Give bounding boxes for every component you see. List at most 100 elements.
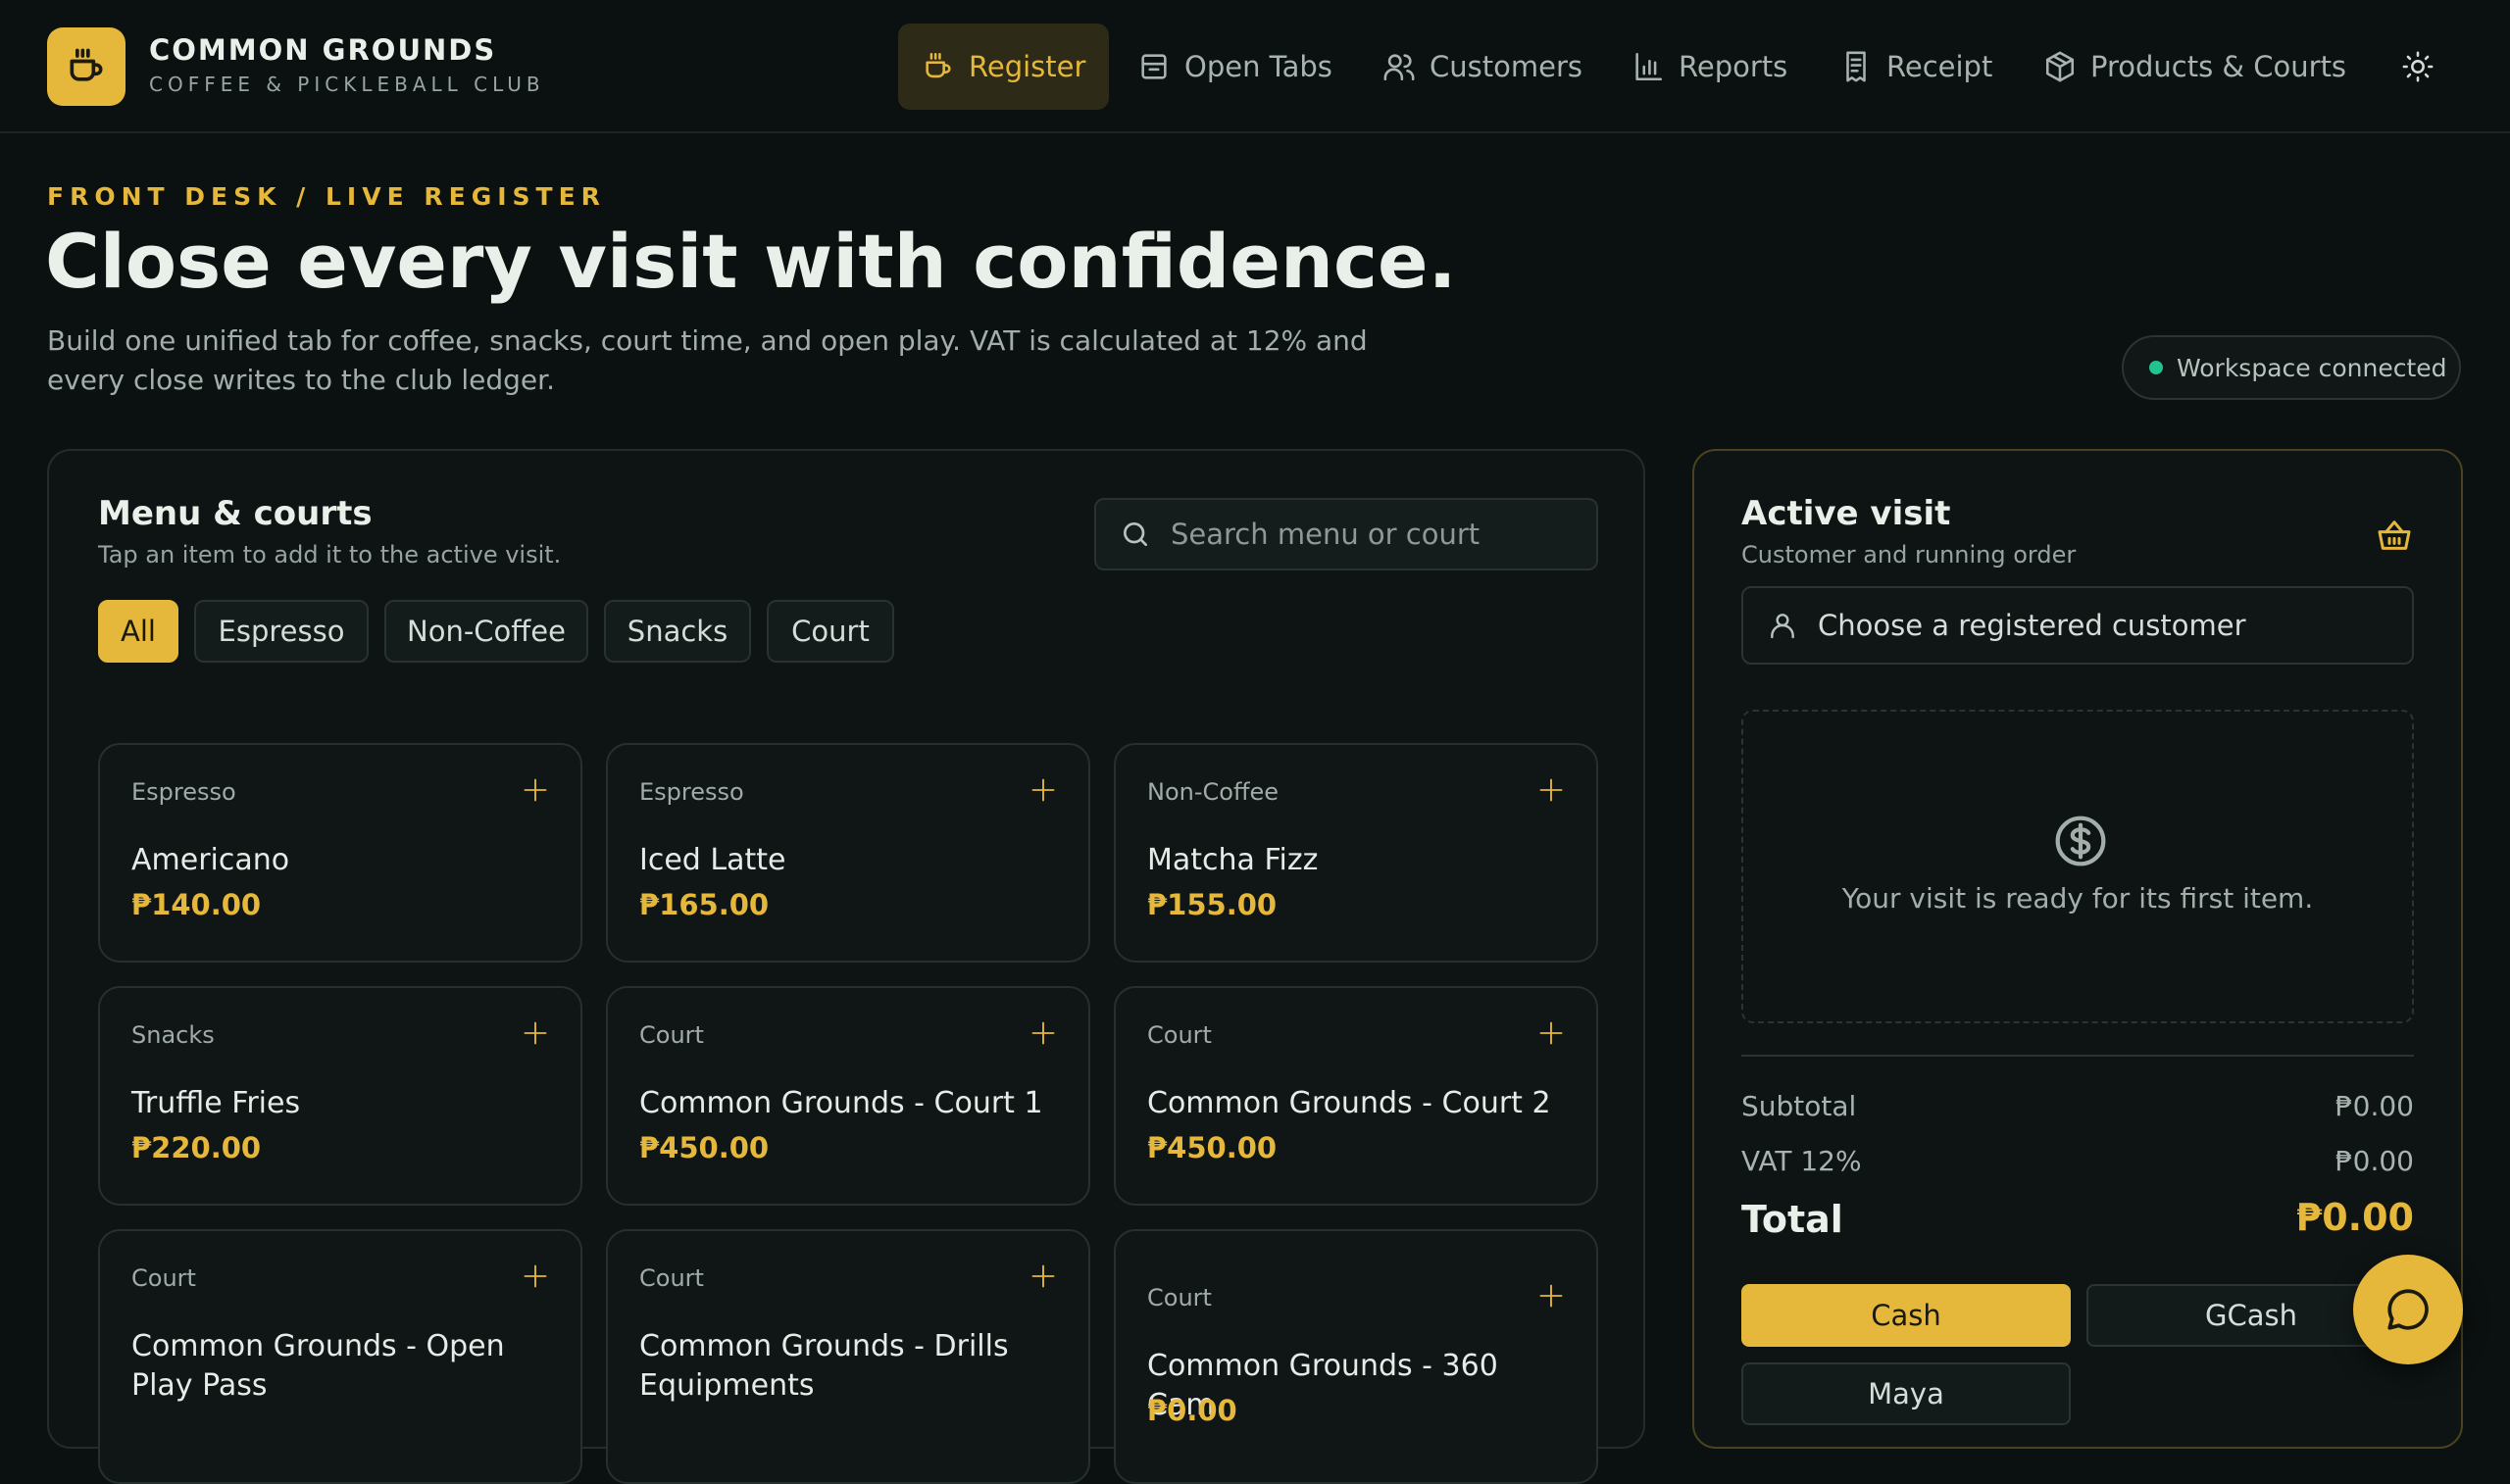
subtotal-label: Subtotal xyxy=(1741,1090,1857,1122)
search-placeholder: Search menu or court xyxy=(1171,518,1481,551)
plus-icon[interactable] xyxy=(1029,776,1057,804)
item-name: Iced Latte xyxy=(639,843,786,877)
status-dot-icon xyxy=(2149,361,2163,374)
item-price: ₱450.00 xyxy=(1147,1131,1278,1164)
item-name: Common Grounds - Court 1 xyxy=(639,1086,1043,1120)
menu-item-card[interactable]: Court Common Grounds - Open Play Pass xyxy=(98,1229,582,1484)
nav-receipt[interactable]: Receipt xyxy=(1816,24,2016,110)
total-label: Total xyxy=(1741,1198,1843,1241)
item-price: ₱450.00 xyxy=(639,1131,770,1164)
visit-title: Active visit xyxy=(1741,494,1951,533)
filter-espresso[interactable]: Espresso xyxy=(194,600,369,663)
nav-reports[interactable]: Reports xyxy=(1608,24,1811,110)
brand-subtitle: COFFEE & PICKLEBALL CLUB xyxy=(149,73,545,96)
vat-label: VAT 12% xyxy=(1741,1145,1862,1177)
total-value: ₱0.00 xyxy=(2295,1196,2414,1239)
chat-bubble-icon xyxy=(2387,1289,2429,1330)
customer-placeholder: Choose a registered customer xyxy=(1818,609,2246,642)
item-category: Court xyxy=(639,1021,704,1049)
theme-toggle-button[interactable] xyxy=(2396,45,2439,88)
item-name: Truffle Fries xyxy=(131,1086,301,1120)
chat-button[interactable] xyxy=(2353,1255,2463,1364)
top-bar: COMMON GROUNDS COFFEE & PICKLEBALL CLUB … xyxy=(0,0,2510,133)
menu-item-card[interactable]: Snacks Truffle Fries ₱220.00 xyxy=(98,986,582,1206)
empty-message: Your visit is ready for its first item. xyxy=(1841,882,2314,915)
filter-all[interactable]: All xyxy=(98,600,178,663)
nav-label: Products & Courts xyxy=(2090,50,2347,83)
plus-icon[interactable] xyxy=(1537,1282,1565,1310)
menu-item-card[interactable]: Court Common Grounds - Court 2 ₱450.00 xyxy=(1114,986,1598,1206)
item-name: Matcha Fizz xyxy=(1147,843,1319,877)
coffee-cup-icon xyxy=(926,52,951,78)
filter-court[interactable]: Court xyxy=(767,600,894,663)
item-price: ₱155.00 xyxy=(1147,888,1278,921)
nav-products-courts[interactable]: Products & Courts xyxy=(2020,24,2370,110)
plus-icon[interactable] xyxy=(522,1262,549,1290)
nav-label: Register xyxy=(969,50,1086,83)
status-label: Workspace connected xyxy=(2177,353,2447,382)
plus-icon[interactable] xyxy=(522,776,549,804)
nav-label: Reports xyxy=(1679,50,1788,83)
tab-icon xyxy=(1141,54,1167,79)
filter-snacks[interactable]: Snacks xyxy=(604,600,751,663)
nav-label: Open Tabs xyxy=(1184,50,1332,83)
menu-item-card[interactable]: Non-Coffee Matcha Fizz ₱155.00 xyxy=(1114,743,1598,963)
menu-panel: Menu & courts Tap an item to add it to t… xyxy=(47,449,1645,1484)
totals-divider xyxy=(1741,1055,2414,1057)
item-category: Snacks xyxy=(131,1021,215,1049)
brand-name: COMMON GROUNDS xyxy=(149,33,497,67)
plus-icon[interactable] xyxy=(522,1019,549,1047)
subtotal-value: ₱0.00 xyxy=(2334,1090,2414,1122)
menu-title: Menu & courts xyxy=(98,494,373,533)
active-visit-panel: Active visit Customer and running order … xyxy=(1692,449,2463,1449)
bar-chart-icon xyxy=(1635,52,1663,81)
receipt-icon xyxy=(1846,51,1866,82)
menu-item-card[interactable]: Court Common Grounds - Drills Equipments xyxy=(606,1229,1090,1484)
nav-open-tabs[interactable]: Open Tabs xyxy=(1114,24,1356,110)
menu-subtitle: Tap an item to add it to the active visi… xyxy=(98,541,562,569)
plus-icon[interactable] xyxy=(1029,1262,1057,1290)
page-description: Build one unified tab for coffee, snacks… xyxy=(47,324,1368,396)
item-price: ₱140.00 xyxy=(131,888,262,921)
item-price: ₱0.00 xyxy=(1147,1394,1237,1427)
user-icon xyxy=(1771,614,1794,639)
menu-item-card[interactable]: Espresso Iced Latte ₱165.00 xyxy=(606,743,1090,963)
pay-cash-button[interactable]: Cash xyxy=(1741,1284,2071,1347)
plus-icon[interactable] xyxy=(1537,776,1565,804)
item-name: Common Grounds - Open Play Pass xyxy=(131,1329,505,1403)
filter-non-coffee[interactable]: Non-Coffee xyxy=(384,600,588,663)
dollar-circle-icon xyxy=(2055,816,2106,866)
vat-value: ₱0.00 xyxy=(2334,1145,2414,1177)
basket-icon xyxy=(2378,520,2411,550)
menu-item-card[interactable]: Court Common Grounds - Court 1 ₱450.00 xyxy=(606,986,1090,1206)
nav-label: Receipt xyxy=(1886,50,1993,83)
nav-register[interactable]: Register xyxy=(898,24,1110,110)
item-category: Espresso xyxy=(131,778,236,806)
search-input[interactable]: Search menu or court xyxy=(1094,498,1598,570)
menu-item-card[interactable]: Espresso Americano ₱140.00 xyxy=(98,743,582,963)
item-name: Americano xyxy=(131,843,290,877)
plus-icon[interactable] xyxy=(1537,1019,1565,1047)
item-name: Common Grounds - Drills Equipments xyxy=(639,1329,1009,1403)
page-title: Close every visit with confidence. xyxy=(45,218,1457,305)
visit-subtitle: Customer and running order xyxy=(1741,541,2077,569)
item-name: Common Grounds - Court 2 xyxy=(1147,1086,1551,1120)
nav-customers[interactable]: Customers xyxy=(1359,24,1606,110)
customer-select[interactable]: Choose a registered customer xyxy=(1741,586,2414,665)
item-category: Court xyxy=(1147,1284,1212,1311)
plus-icon[interactable] xyxy=(1029,1019,1057,1047)
nav-label: Customers xyxy=(1430,50,1582,83)
brand-logo[interactable] xyxy=(47,27,126,106)
search-icon xyxy=(1124,522,1147,546)
users-icon xyxy=(1383,54,1415,81)
menu-item-card[interactable]: Court Common Grounds - 360 Cam ₱0.00 xyxy=(1114,1229,1598,1484)
item-price: ₱220.00 xyxy=(131,1131,262,1164)
page-eyebrow: FRONT DESK / LIVE REGISTER xyxy=(47,182,606,211)
item-category: Non-Coffee xyxy=(1147,778,1280,806)
empty-order-state: Your visit is ready for its first item. xyxy=(1741,710,2414,1023)
item-category: Court xyxy=(639,1264,704,1292)
item-price: ₱165.00 xyxy=(639,888,770,921)
pay-maya-button[interactable]: Maya xyxy=(1741,1362,2071,1425)
coffee-cup-icon xyxy=(70,48,103,81)
item-category: Court xyxy=(1147,1021,1212,1049)
